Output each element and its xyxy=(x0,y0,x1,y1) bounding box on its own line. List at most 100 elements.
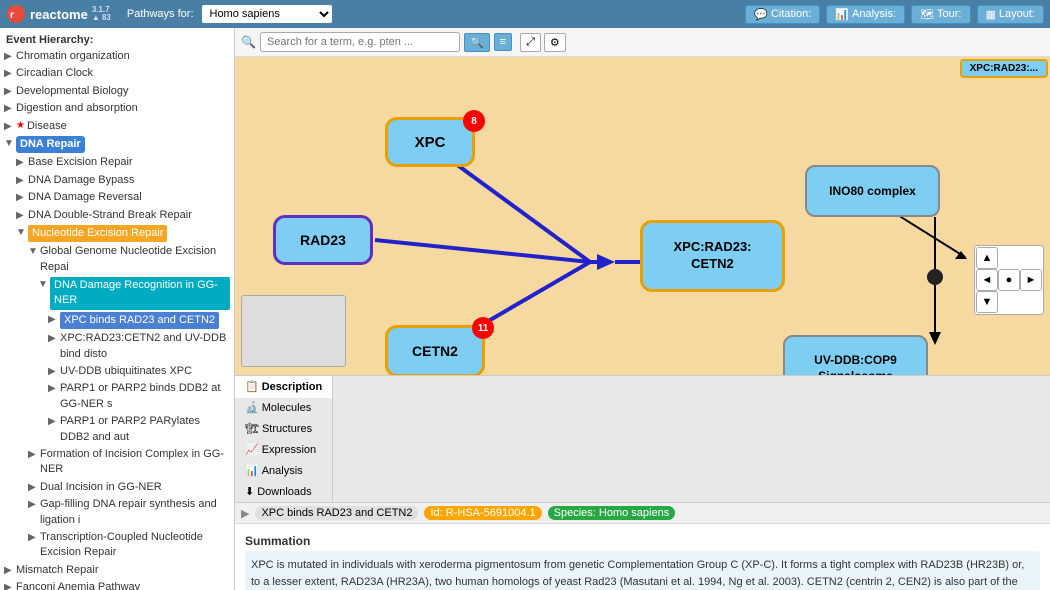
sidebar-item-developmental[interactable]: ▶Developmental Biology xyxy=(0,83,234,100)
tab-icon-analysis: 📊 xyxy=(245,464,259,477)
uvddb-node[interactable]: UV-DDB:COP9Signalosome xyxy=(783,335,928,375)
sidebar-item-dna_damage_bypass[interactable]: ▶DNA Damage Bypass xyxy=(0,172,234,189)
sidebar-item-chromatin[interactable]: ▶Chromatin organization xyxy=(0,48,234,65)
minimap-canvas xyxy=(242,296,346,367)
sidebar-item-label: Digestion and absorption xyxy=(16,101,138,116)
pathway-diagram[interactable]: XPC:RAD23:... XPC 8 RAD23 CETN2 11 XPC:R… xyxy=(235,57,1050,375)
expand-icon: ▶ xyxy=(4,564,16,578)
layout-button[interactable]: ▦ Layout: xyxy=(977,5,1045,24)
sidebar-item-label: DNA Damage Recognition in GG-NER xyxy=(50,277,230,310)
cetn2-node[interactable]: CETN2 xyxy=(385,325,485,375)
expand-icon: ▶ xyxy=(48,313,60,327)
expand-icon: ▶ xyxy=(28,498,40,512)
sidebar-item-dual_incision[interactable]: ▶Dual Incision in GG-NER xyxy=(0,479,234,496)
species-select[interactable]: Homo sapiens xyxy=(202,5,332,23)
settings-button[interactable]: ⚙ xyxy=(544,33,566,52)
sidebar-item-label: Gap-filling DNA repair synthesis and lig… xyxy=(40,497,230,528)
sidebar-item-dna_repair[interactable]: ▼DNA Repair xyxy=(0,135,234,154)
expand-icon: ▶ xyxy=(4,50,16,64)
search-button[interactable]: 🔍 xyxy=(464,33,490,52)
main-layout: Event Hierarchy: ▶Chromatin organization… xyxy=(0,28,1050,590)
expand-icon: ▶ xyxy=(4,581,16,590)
sidebar-tree: ▶Chromatin organization▶Circadian Clock▶… xyxy=(0,48,234,590)
sidebar-item-mismatch[interactable]: ▶Mismatch Repair xyxy=(0,562,234,579)
sidebar-item-tc_ner[interactable]: ▶Transcription-Coupled Nucleotide Excisi… xyxy=(0,529,234,562)
tour-icon: 🗺 xyxy=(920,8,934,21)
sidebar-item-digestion[interactable]: ▶Digestion and absorption xyxy=(0,100,234,117)
breadcrumb-pathway[interactable]: XPC binds RAD23 and CETN2 xyxy=(255,506,418,520)
sidebar-item-label: DNA Damage Bypass xyxy=(28,173,134,188)
nav-right-button[interactable]: ► xyxy=(1020,269,1042,291)
ino80-node[interactable]: INO80 complex xyxy=(805,165,940,217)
sidebar-item-circadian[interactable]: ▶Circadian Clock xyxy=(0,65,234,82)
nav-left-button[interactable]: ◄ xyxy=(976,269,998,291)
tab-label-description: Description xyxy=(262,381,323,393)
search-input[interactable] xyxy=(260,32,460,52)
xpc-node[interactable]: XPC xyxy=(385,117,475,167)
tab-expression[interactable]: 📈Expression xyxy=(235,439,333,460)
sidebar-item-label: UV-DDB ubiquitinates XPC xyxy=(60,364,192,379)
xpc-label: XPC xyxy=(415,134,446,151)
sidebar-item-fanconi[interactable]: ▶Fanconi Anemia Pathway xyxy=(0,579,234,590)
sidebar-item-uvddb_ubiquitinates[interactable]: ▶UV-DDB ubiquitinates XPC xyxy=(0,363,234,380)
sidebar-item-label: Developmental Biology xyxy=(16,84,129,99)
expand-icon: ▶ xyxy=(16,191,28,205)
tab-analysis[interactable]: 📊Analysis xyxy=(235,460,333,481)
sidebar-item-base_excision[interactable]: ▶Base Excision Repair xyxy=(0,154,234,171)
sidebar-item-nucleotide_excision[interactable]: ▼Nucleotide Excision Repair xyxy=(0,224,234,243)
summation-text: XPC is mutated in individuals with xerod… xyxy=(245,551,1040,590)
tab-label-expression: Expression xyxy=(262,444,316,456)
nav-center-button[interactable]: ● xyxy=(998,269,1020,291)
tab-structures[interactable]: 🏗Structures xyxy=(235,418,333,439)
sidebar-item-xpc_binds[interactable]: ▶XPC binds RAD23 and CETN2 xyxy=(0,311,234,330)
view-controls: ⤢ ⚙ xyxy=(520,33,566,52)
fit-button[interactable]: ⤢ xyxy=(520,33,541,52)
expand-icon: ▶ xyxy=(28,531,40,545)
sidebar-item-dna_double_strand[interactable]: ▶DNA Double-Strand Break Repair xyxy=(0,207,234,224)
sidebar-item-parp1_parp2_binds[interactable]: ▶PARP1 or PARP2 binds DDB2 at GG-NER s xyxy=(0,380,234,413)
analysis-button[interactable]: 📊 Analysis: xyxy=(826,5,905,24)
citation-button[interactable]: 💬 Citation: xyxy=(745,5,820,24)
sidebar-item-disease[interactable]: ▶★Disease xyxy=(0,118,234,135)
rad23-node[interactable]: RAD23 xyxy=(273,215,373,265)
search-icon: 🔍 xyxy=(241,35,256,49)
sidebar-item-gap_filling[interactable]: ▶Gap-filling DNA repair synthesis and li… xyxy=(0,496,234,529)
ino80-label: INO80 complex xyxy=(829,184,916,198)
reactome-logo-icon: r xyxy=(6,4,26,24)
expand-icon: ▶ xyxy=(48,365,60,379)
sidebar-item-xpc_rad23_uvddb[interactable]: ▶XPC:RAD23:CETN2 and UV-DDB bind disto xyxy=(0,330,234,363)
xpc-rad23-cetn2-node[interactable]: XPC:RAD23:CETN2 xyxy=(640,220,785,292)
tab-downloads[interactable]: ⬇Downloads xyxy=(235,481,333,502)
sidebar-item-label: PARP1 or PARP2 PARylates DDB2 and aut xyxy=(60,414,230,445)
xpc-rad23-cetn2-label: XPC:RAD23:CETN2 xyxy=(673,239,751,273)
sidebar-item-global_genome[interactable]: ▼Global Genome Nucleotide Excision Repai xyxy=(0,243,234,276)
nav-down-button[interactable]: ▼ xyxy=(976,291,998,313)
tab-description[interactable]: 📋Description xyxy=(235,376,333,398)
tab-icon-molecules: 🔬 xyxy=(245,401,259,414)
sidebar-item-dna_damage_reversal[interactable]: ▶DNA Damage Reversal xyxy=(0,189,234,206)
expand-icon: ▶ xyxy=(4,120,16,134)
tab-molecules[interactable]: 🔬Molecules xyxy=(235,397,333,418)
star-icon: ★ xyxy=(16,119,25,133)
sidebar-item-label: Circadian Clock xyxy=(16,66,93,81)
nav-up-button[interactable]: ▲ xyxy=(976,247,998,269)
tour-button[interactable]: 🗺 Tour: xyxy=(911,5,970,24)
tab-container: 📋Description🔬Molecules🏗Structures📈Expres… xyxy=(235,376,333,502)
citation-icon: 💬 xyxy=(754,8,768,21)
reactome-logo: r reactome 3.1.7▲ 83 xyxy=(6,4,111,24)
sidebar-item-label: Nucleotide Excision Repair xyxy=(28,225,167,242)
sidebar-item-label: Chromatin organization xyxy=(16,49,130,64)
filter-button[interactable]: ≡ xyxy=(494,33,512,51)
expand-icon: ▼ xyxy=(16,226,28,240)
sidebar-item-parp1_parp2_pary[interactable]: ▶PARP1 or PARP2 PARylates DDB2 and aut xyxy=(0,413,234,446)
sidebar-item-label: Disease xyxy=(27,119,67,134)
expand-icon: ▶ xyxy=(28,481,40,495)
expand-icon: ▶ xyxy=(48,332,60,346)
breadcrumb-id: Id: R-HSA-5691004.1 xyxy=(424,506,541,520)
sidebar-item-label: XPC binds RAD23 and CETN2 xyxy=(60,312,219,329)
topright-node[interactable]: XPC:RAD23:... xyxy=(960,59,1048,78)
sidebar-item-dna_damage_ggner[interactable]: ▼DNA Damage Recognition in GG-NER xyxy=(0,276,234,311)
sidebar-item-formation_incision[interactable]: ▶Formation of Incision Complex in GG-NER xyxy=(0,446,234,479)
sidebar: Event Hierarchy: ▶Chromatin organization… xyxy=(0,28,235,590)
sidebar-item-label: XPC:RAD23:CETN2 and UV-DDB bind disto xyxy=(60,331,230,362)
